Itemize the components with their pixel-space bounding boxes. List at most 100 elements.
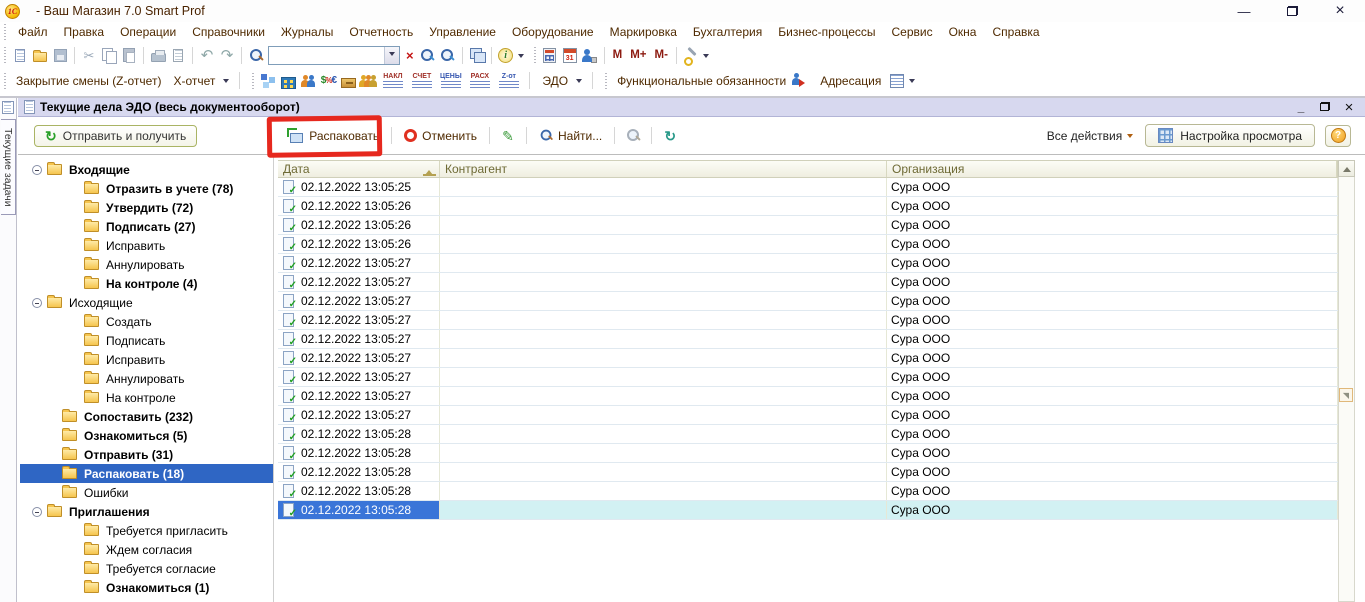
info-button[interactable]: i (496, 45, 516, 65)
memory-m-plus-button[interactable]: M+ (626, 49, 650, 61)
functional-duties-icon[interactable] (792, 73, 808, 88)
menu-item[interactable]: Справка (984, 23, 1047, 41)
employees-button[interactable] (358, 71, 378, 91)
quick-search-input[interactable] (269, 48, 384, 63)
menu-item[interactable]: Отчетность (341, 23, 421, 41)
tree-item[interactable]: Исправить (20, 236, 273, 255)
tree-item[interactable]: Ознакомиться (1) (20, 578, 273, 597)
tree-expander-icon[interactable] (32, 507, 42, 517)
copy-button[interactable] (99, 45, 119, 65)
tree-item[interactable]: Утвердить (72) (20, 198, 273, 217)
find-button[interactable]: Найти... (535, 126, 606, 145)
document-shortcut-button[interactable]: Z-от (495, 73, 522, 89)
tree-item[interactable]: Требуется пригласить (20, 521, 273, 540)
addressing-button[interactable]: Адресация (814, 72, 887, 90)
table-row[interactable]: 02.12.2022 13:05:27 Сура ООО (278, 273, 1338, 292)
document-shortcut-button[interactable]: СЧЕТ (408, 73, 435, 89)
all-actions-button[interactable]: Все действия (1047, 129, 1135, 143)
user-permissions-button[interactable] (580, 45, 600, 65)
paste-button[interactable] (119, 45, 139, 65)
table-row[interactable]: 02.12.2022 13:05:26 Сура ООО (278, 197, 1338, 216)
reports-dropdown-arrow[interactable] (223, 79, 229, 86)
edo-dropdown-arrow[interactable] (576, 79, 582, 86)
search-dropdown-button[interactable] (384, 47, 399, 64)
find-next-button[interactable] (418, 45, 438, 65)
cut-button[interactable]: ✂ (79, 45, 99, 65)
toolbar-grip[interactable] (2, 24, 8, 40)
document-shortcut-button[interactable]: ЦЕНЫ (437, 73, 464, 89)
menu-item[interactable]: Справочники (184, 23, 273, 41)
cashbox-button[interactable] (338, 71, 358, 91)
menu-item[interactable]: Журналы (273, 23, 341, 41)
tree-item[interactable]: Ошибки (20, 483, 273, 502)
table-row[interactable]: 02.12.2022 13:05:27 Сура ООО (278, 387, 1338, 406)
view-settings-button[interactable]: Настройка просмотра (1145, 124, 1315, 147)
tree-item[interactable]: Ждем согласия (20, 540, 273, 559)
document-shortcut-button[interactable]: РАСХ (466, 73, 493, 89)
send-receive-button[interactable]: ↻ Отправить и получить (34, 125, 197, 147)
window-minimize-button[interactable]: _ (1295, 100, 1307, 114)
table-row[interactable]: 02.12.2022 13:05:27 Сура ООО (278, 254, 1338, 273)
restore-button[interactable] (1283, 4, 1301, 19)
addressing-dropdown-arrow[interactable] (909, 79, 915, 86)
edo-menu-button[interactable]: ЭДО (536, 72, 574, 90)
table-row[interactable]: 02.12.2022 13:05:26 Сура ООО (278, 235, 1338, 254)
print-button[interactable] (148, 45, 168, 65)
menu-item[interactable]: Файл (10, 23, 56, 41)
table-row[interactable]: 02.12.2022 13:05:28 Сура ООО (278, 425, 1338, 444)
menu-item[interactable]: Окна (941, 23, 985, 41)
tree-item[interactable]: На контроле (4) (20, 274, 273, 293)
refresh-button[interactable]: ↻ (660, 126, 680, 146)
tree-item[interactable]: Отразить в учете (78) (20, 179, 273, 198)
scrollbar-thumb[interactable]: ◥ (1339, 388, 1353, 402)
tree-item[interactable]: Подписать (20, 331, 273, 350)
tree-item[interactable]: На контроле (20, 388, 273, 407)
tree-item[interactable]: Исходящие (20, 293, 273, 312)
unpack-button[interactable]: Распаковать (283, 126, 383, 145)
tree-item[interactable]: Аннулировать (20, 369, 273, 388)
menu-item[interactable]: Управление (421, 23, 504, 41)
open-button[interactable] (30, 45, 50, 65)
find-previous-button[interactable] (438, 45, 458, 65)
vertical-scrollbar[interactable]: ◥ (1338, 160, 1355, 602)
copy-window-button[interactable] (467, 45, 487, 65)
menu-item[interactable]: Маркировка (602, 23, 685, 41)
edit-button[interactable]: ✎ (498, 126, 518, 146)
workplace-button[interactable] (258, 71, 278, 91)
memory-m-button[interactable]: M (609, 49, 627, 61)
current-tasks-icon[interactable] (2, 101, 14, 114)
toolbar-grip[interactable] (603, 73, 609, 89)
tree-expander-icon[interactable] (32, 165, 42, 175)
table-row[interactable]: 02.12.2022 13:05:27 Сура ООО (278, 349, 1338, 368)
tree-item[interactable]: Аннулировать (20, 255, 273, 274)
window-restore-button[interactable] (1319, 100, 1331, 114)
close-button[interactable]: × (1331, 2, 1349, 20)
calculator-button[interactable] (540, 45, 560, 65)
table-row[interactable]: 02.12.2022 13:05:25 Сура ООО (278, 178, 1338, 197)
toolbar-grip[interactable] (250, 73, 256, 89)
tree-item[interactable]: Требуется согласие (20, 559, 273, 578)
search-button[interactable] (246, 45, 266, 65)
scroll-up-button[interactable] (1338, 160, 1355, 177)
cancel-button[interactable]: Отменить (400, 127, 481, 145)
table-row[interactable]: 02.12.2022 13:05:28 Сура ООО (278, 501, 1338, 520)
tree-item[interactable]: Входящие (20, 160, 273, 179)
table-row[interactable]: 02.12.2022 13:05:27 Сура ООО (278, 368, 1338, 387)
tree-expander-icon[interactable] (32, 298, 42, 308)
column-header-organization[interactable]: Организация (887, 161, 1337, 177)
money-button[interactable]: $%€ (318, 71, 338, 91)
addressing-icon-button[interactable] (887, 71, 907, 91)
toolbar-grip[interactable] (2, 47, 8, 63)
tree-item[interactable]: Подписать (27) (20, 217, 273, 236)
table-row[interactable]: 02.12.2022 13:05:28 Сура ООО (278, 463, 1338, 482)
service-settings-button[interactable] (681, 45, 701, 65)
undo-button[interactable]: ↶ (197, 45, 217, 65)
x-report-button[interactable]: X-отчет (167, 72, 221, 90)
menu-item[interactable]: Операции (112, 23, 184, 41)
window-close-button[interactable]: × (1343, 99, 1355, 116)
table-row[interactable]: 02.12.2022 13:05:27 Сура ООО (278, 311, 1338, 330)
tree-item[interactable]: Создать (20, 312, 273, 331)
service-dropdown-arrow[interactable] (703, 54, 709, 61)
new-document-button[interactable] (10, 45, 30, 65)
table-row[interactable]: 02.12.2022 13:05:27 Сура ООО (278, 292, 1338, 311)
